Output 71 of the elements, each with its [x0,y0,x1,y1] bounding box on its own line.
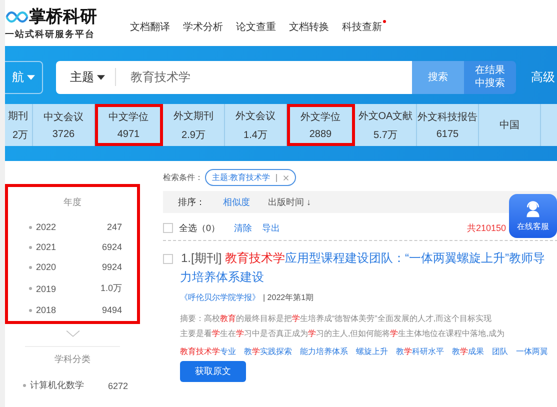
field-select[interactable]: 主题 [56,60,116,94]
online-service-button[interactable]: 在线客服 [509,194,557,238]
issue-text: | 2022年第1期 [263,293,314,302]
search-field[interactable]: 教育技术学 [115,60,412,94]
nav-link[interactable]: 论文查重 [236,20,276,34]
bullet-icon [29,246,32,248]
keyword-link[interactable]: 教学成果 [452,346,484,357]
year-filter-item[interactable]: 2020 [36,262,102,272]
abstract-text: 摘要：高校教育的最终目标是把学生培养成“德智体美劳”全面发展的人才,而这个目标实现 主要是看学生在学习中是否真正成为学习的主人,但如何能将学生主体地位在课程中落地,成为 [180,313,506,340]
headset-person-icon [524,200,542,218]
keyword-link[interactable]: 一体两翼 [516,346,548,357]
year-filter-item[interactable]: 2019 [36,284,100,294]
result-title[interactable]: 1.[期刊] 教育技术学应用型课程建设团队：“一体两翼螺旋上升”教师导 [181,250,546,267]
filter-count: 9924 [102,262,122,272]
database-tab[interactable]: 中国 [479,104,541,146]
keyword-link[interactable]: 教育技术学专业 [180,346,236,357]
sort-option[interactable]: 出版时间 ↓ [268,196,312,208]
filter-count: 1.0万 [100,282,122,295]
year-filter-item[interactable]: 2021 [36,242,102,252]
clear-link[interactable]: 清除 [234,222,252,234]
filter-count: 6272 [108,380,128,390]
keyword-link[interactable]: 团队 [492,346,508,357]
conditions-label: 检索条件： [163,172,203,183]
select-all-checkbox[interactable] [163,223,173,233]
sort-label: 排序： [178,196,205,208]
filter-count: 247 [106,222,122,232]
year-filter-item[interactable]: 2022 [36,222,107,232]
close-icon[interactable] [283,174,290,180]
logo-icon [5,10,29,24]
keyword-link[interactable]: 螺旋上升 [356,346,388,357]
database-tab[interactable]: 外文学位 2889 [287,104,355,146]
database-tab[interactable]: 外文期刊 2.9万 [163,104,225,146]
condition-tag[interactable]: 主题:教育技术学 [205,169,296,186]
chevron-down-icon[interactable] [64,330,80,338]
database-tab[interactable]: 期刊 2万 [5,104,33,146]
year-filter-item[interactable]: 2018 [36,305,102,315]
bullet-icon [29,226,32,228]
keyword-link[interactable]: 教学实践探索 [244,346,292,357]
bullet-icon [29,308,32,312]
sort-option[interactable]: 相似度 [223,196,250,208]
database-tab[interactable]: 外文科技报告 6175 [417,104,479,146]
filter-count: 6924 [102,242,122,252]
database-tab[interactable]: 外文会议 1.4万 [225,104,287,146]
select-all-label: 全选（0） [179,222,220,234]
result-title[interactable]: 力培养体系建设 [180,269,557,286]
filter-title: 学科分类 [54,353,92,366]
database-tab[interactable]: 外文OA文献 5.7万 [355,104,417,146]
bullet-icon [29,266,32,268]
bullet-icon [23,384,26,387]
logo-slogan: 一站式科研服务平台 [5,28,96,41]
get-fulltext-button[interactable]: 获取原文 [180,361,246,382]
keyword-link[interactable]: 教学科研水平 [396,346,444,357]
filter-count: 9494 [102,305,122,315]
nav-link[interactable]: 学术分析 [183,20,223,34]
journal-link[interactable]: 《呼伦贝尔学院学报》 [180,293,260,302]
logo-name: 掌桥科研 [29,6,97,28]
database-tab[interactable]: 中文学位 4971 [95,104,163,146]
nav-link[interactable]: 文档转换 [289,20,329,34]
database-tab[interactable]: 中文会议 3726 [33,104,95,146]
caret-icon [27,74,36,80]
bullet-icon [29,287,32,290]
nav-link[interactable]: 文档翻译 [130,20,170,34]
filter-title: 年度 [62,196,82,209]
keyword-link[interactable]: 能力培养体系 [300,346,348,357]
nav-link[interactable]: 科技查新 [342,20,386,34]
subject-filter-item[interactable]: 计算机化数学 [30,379,108,392]
advanced-search-link[interactable]: 高级 [531,68,555,86]
caret-icon [97,74,106,80]
result-checkbox[interactable] [163,254,173,264]
export-link[interactable]: 导出 [262,222,280,234]
result-total: 共210150 [466,222,506,234]
